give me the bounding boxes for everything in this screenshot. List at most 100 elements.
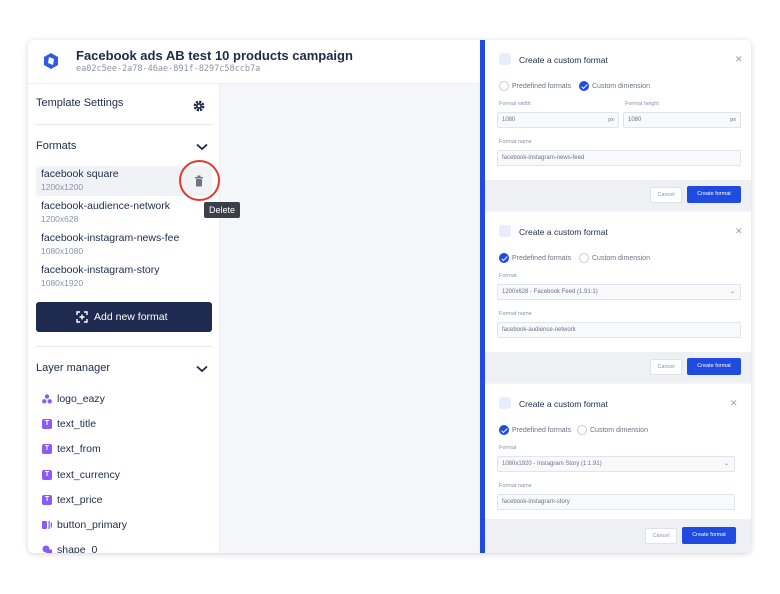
format-name-input[interactable]: facebook-instagram-story bbox=[497, 494, 735, 510]
format-name-label: Format name bbox=[499, 311, 532, 317]
divider bbox=[36, 124, 212, 125]
create-format-button[interactable]: Create format bbox=[682, 527, 736, 544]
custom-dimension-radio[interactable] bbox=[577, 425, 587, 435]
custom-dimension-label: Custom dimension bbox=[590, 427, 648, 434]
add-format-icon bbox=[76, 311, 88, 323]
gear-icon[interactable] bbox=[192, 99, 206, 113]
layer-name: button_primary bbox=[57, 519, 128, 531]
create-format-panel-predefined: Create a custom format ✕ Predefined form… bbox=[485, 212, 751, 352]
button-icon bbox=[42, 521, 52, 529]
predefined-formats-label: Predefined formats bbox=[512, 427, 572, 434]
format-height-label: Format height bbox=[625, 101, 659, 107]
custom-dimension-radio[interactable] bbox=[579, 253, 589, 263]
highlight-ring bbox=[179, 160, 220, 201]
text-icon: T bbox=[42, 495, 52, 505]
layer-name: text_from bbox=[57, 443, 101, 455]
predefined-formats-radio[interactable] bbox=[499, 425, 509, 435]
create-format-button[interactable]: Create format bbox=[687, 358, 741, 375]
format-width-input[interactable]: 1080 px bbox=[497, 112, 619, 128]
text-icon: T bbox=[42, 444, 52, 454]
add-new-format-label: Add new format bbox=[94, 311, 168, 323]
format-select-value: 1080x1920 - Instagram Story (1:1.91) bbox=[502, 461, 602, 467]
format-name-input[interactable]: facebook-instagram-news-feed bbox=[497, 150, 741, 166]
cancel-button[interactable]: Cancel bbox=[645, 528, 677, 544]
format-size: 1200x1200 bbox=[41, 182, 84, 192]
create-format-panel-predefined: Create a custom format ✕ Predefined form… bbox=[485, 384, 751, 519]
canvas-area bbox=[220, 84, 480, 553]
custom-dimension-radio[interactable] bbox=[579, 81, 589, 91]
format-name-label: Format name bbox=[499, 139, 532, 145]
format-name-label: Format name bbox=[499, 483, 532, 489]
format-item-facebook-instagram-news-feed[interactable]: facebook-instagram-news-fee 1080x1080 bbox=[36, 230, 212, 260]
add-new-format-button[interactable]: Add new format bbox=[36, 302, 212, 332]
format-name-input[interactable]: facebook-audience-network bbox=[497, 322, 741, 338]
shape-icon bbox=[42, 545, 52, 553]
format-name: facebook-instagram-news-fee bbox=[41, 232, 180, 244]
create-format-panels: Create a custom format ✕ Predefined form… bbox=[485, 40, 751, 553]
chevron-down-icon[interactable] bbox=[196, 143, 208, 151]
format-height-value: 1080 bbox=[628, 117, 642, 123]
format-size: 1080x1920 bbox=[41, 278, 84, 288]
formats-title: Formats bbox=[36, 140, 77, 152]
delete-tooltip: Delete bbox=[204, 202, 241, 218]
format-select[interactable]: 1080x1920 - Instagram Story (1:1.91) ⌄ bbox=[497, 456, 735, 472]
create-format-panel-custom: Create a custom format ✕ Predefined form… bbox=[485, 40, 751, 180]
format-name: facebook-audience-network bbox=[41, 200, 170, 212]
format-name: facebook-instagram-story bbox=[41, 264, 160, 276]
template-settings-title: Template Settings bbox=[36, 97, 124, 109]
format-size: 1080x1080 bbox=[41, 246, 84, 256]
create-format-button[interactable]: Create format bbox=[687, 186, 741, 203]
format-size: 1200x628 bbox=[41, 214, 79, 224]
predefined-formats-label: Predefined formats bbox=[512, 255, 572, 262]
close-icon[interactable]: ✕ bbox=[735, 54, 743, 65]
divider bbox=[36, 346, 212, 347]
format-label: Format bbox=[499, 445, 517, 451]
unit-label: px bbox=[608, 117, 614, 123]
group-icon bbox=[42, 394, 52, 404]
unit-label: px bbox=[730, 117, 736, 123]
custom-dimension-label: Custom dimension bbox=[592, 83, 650, 90]
format-icon bbox=[499, 225, 511, 237]
campaign-id: ea02c5ee-2a78-46ae-891f-8297c58ccb7a bbox=[76, 64, 261, 74]
predefined-formats-radio[interactable] bbox=[499, 81, 509, 91]
format-item-facebook-instagram-story[interactable]: facebook-instagram-story 1080x1920 bbox=[36, 262, 212, 292]
format-select[interactable]: 1200x628 - Facebook Feed (1.91:1) ⌄ bbox=[497, 284, 741, 300]
chevron-down-icon: ⌄ bbox=[723, 461, 729, 467]
cancel-button[interactable]: Cancel bbox=[650, 187, 682, 203]
format-select-value: 1200x628 - Facebook Feed (1.91:1) bbox=[502, 289, 598, 295]
format-width-value: 1080 bbox=[502, 117, 516, 123]
layer-name: shape_0 bbox=[57, 544, 98, 553]
layer-manager-title: Layer manager bbox=[36, 362, 110, 374]
layer-name: text_title bbox=[57, 418, 97, 430]
layer-name: text_currency bbox=[57, 469, 121, 481]
format-item-facebook-audience-network[interactable]: facebook-audience-network 1200x628 bbox=[36, 198, 212, 228]
format-name-value: facebook-audience-network bbox=[502, 327, 576, 333]
panel-title: Create a custom format bbox=[519, 55, 608, 65]
close-icon[interactable]: ✕ bbox=[730, 398, 738, 409]
format-icon bbox=[499, 397, 511, 409]
close-icon[interactable]: ✕ bbox=[735, 226, 743, 237]
format-name: facebook square bbox=[41, 168, 119, 180]
format-label: Format bbox=[499, 273, 517, 279]
panel-footer: Cancel Create format bbox=[485, 352, 751, 382]
text-icon: T bbox=[42, 470, 52, 480]
page-title: Facebook ads AB test 10 products campaig… bbox=[76, 48, 353, 63]
panel-title: Create a custom format bbox=[519, 227, 608, 237]
format-icon bbox=[499, 53, 511, 65]
panel-footer: Cancel Create format bbox=[485, 519, 751, 553]
cancel-button[interactable]: Cancel bbox=[650, 359, 682, 375]
predefined-formats-label: Predefined formats bbox=[512, 83, 572, 90]
chevron-down-icon: ⌄ bbox=[729, 289, 735, 295]
campaign-header: Facebook ads AB test 10 products campaig… bbox=[28, 40, 480, 84]
text-icon: T bbox=[42, 419, 52, 429]
logo-icon bbox=[44, 53, 58, 69]
custom-dimension-label: Custom dimension bbox=[592, 255, 650, 262]
format-height-input[interactable]: 1080 px bbox=[623, 112, 741, 128]
panel-title: Create a custom format bbox=[519, 399, 608, 409]
sidebar: Template Settings Formats facebook squar… bbox=[28, 84, 220, 553]
format-name-value: facebook-instagram-story bbox=[502, 499, 570, 505]
predefined-formats-radio[interactable] bbox=[499, 253, 509, 263]
chevron-down-icon[interactable] bbox=[196, 365, 208, 373]
layer-name: logo_eazy bbox=[57, 393, 105, 405]
panel-footer: Cancel Create format bbox=[485, 180, 751, 210]
